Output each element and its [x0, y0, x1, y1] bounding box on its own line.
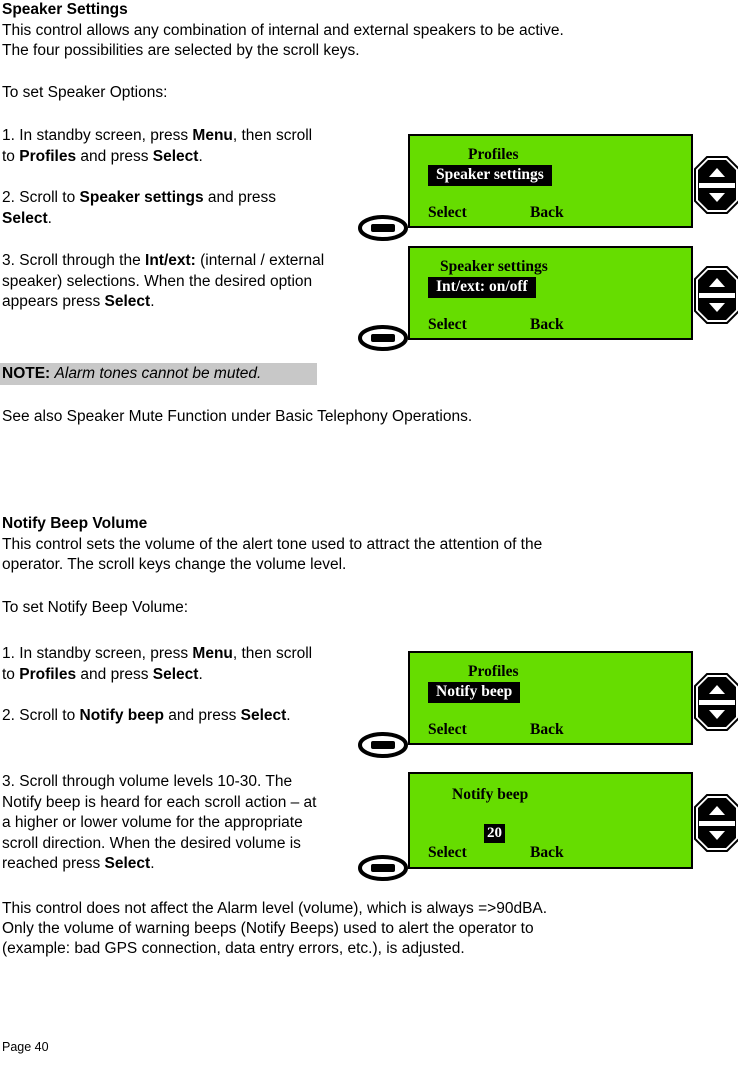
- notify-beep-step-2: 2. Scroll to Notify beep and press Selec…: [2, 707, 291, 724]
- notify-beep-closing-line-2: Only the volume of warning beeps (Notify…: [2, 920, 534, 937]
- notify-beep-intro-line-2: operator. The scroll keys change the vol…: [2, 556, 347, 573]
- speaker-settings-step-2: 2. Scroll to Speaker settings and press …: [2, 189, 276, 227]
- notify-beep-step-3: 3. Scroll through volume levels 10-30. T…: [2, 773, 317, 872]
- note-text: Alarm tones cannot be muted.: [54, 365, 262, 382]
- speaker-settings-intro-line-2: The four possibilities are selected by t…: [2, 42, 360, 59]
- screen-softkey-back[interactable]: Back: [530, 844, 564, 862]
- screen-softkey-select[interactable]: Select: [428, 844, 467, 862]
- device-screen-profiles-speaker-settings: Profiles Speaker settings Select Back: [408, 134, 693, 228]
- soft-key-oval-icon[interactable]: [358, 732, 408, 758]
- speaker-settings-intro-line-1: This control allows any combination of i…: [2, 22, 564, 39]
- scroll-key-up-down-icon[interactable]: [694, 266, 738, 324]
- note-label: NOTE:: [2, 365, 51, 382]
- speaker-settings-lead-in: To set Speaker Options:: [2, 84, 168, 101]
- section-heading-notify-beep-volume: Notify Beep Volume: [2, 515, 148, 532]
- screen-softkey-back[interactable]: Back: [530, 316, 564, 334]
- note-callout: NOTE: Alarm tones cannot be muted.: [0, 363, 317, 385]
- speaker-settings-step-1: 1. In standby screen, press Menu, then s…: [2, 127, 313, 165]
- soft-key-oval-icon[interactable]: [358, 325, 408, 351]
- screen-title: Profiles: [468, 146, 519, 163]
- screen-volume-value[interactable]: 20: [484, 824, 505, 843]
- scroll-key-up-down-icon[interactable]: [694, 794, 738, 852]
- notify-beep-step-1: 1. In standby screen, press Menu, then s…: [2, 645, 313, 683]
- screen-softkey-back[interactable]: Back: [530, 721, 564, 739]
- notify-beep-intro-line-1: This control sets the volume of the aler…: [2, 536, 543, 553]
- screen-softkey-select[interactable]: Select: [428, 316, 467, 334]
- manual-page: Speaker Settings This control allows any…: [0, 0, 738, 1074]
- screen-softkey-select[interactable]: Select: [428, 204, 467, 222]
- see-also-line: See also Speaker Mute Function under Bas…: [2, 408, 473, 425]
- screen-title: Notify beep: [452, 786, 529, 803]
- screen-highlighted-item[interactable]: Int/ext: on/off: [428, 277, 536, 298]
- notify-beep-lead-in: To set Notify Beep Volume:: [2, 599, 189, 616]
- scroll-key-up-down-icon[interactable]: [694, 156, 738, 214]
- scroll-key-up-down-icon[interactable]: [694, 673, 738, 731]
- soft-key-oval-icon[interactable]: [358, 215, 408, 241]
- screen-title: Speaker settings: [440, 258, 548, 275]
- soft-key-oval-icon[interactable]: [358, 855, 408, 881]
- device-screen-speaker-settings-intext: Speaker settings Int/ext: on/off Select …: [408, 246, 693, 340]
- notify-beep-closing-line-3: (example: bad GPS connection, data entry…: [2, 940, 465, 957]
- section-heading-speaker-settings: Speaker Settings: [2, 1, 128, 18]
- device-screen-profiles-notify-beep: Profiles Notify beep Select Back: [408, 651, 693, 745]
- device-screen-notify-beep-value: Notify beep 20 Select Back: [408, 772, 693, 869]
- speaker-settings-step-3: 3. Scroll through the Int/ext: (internal…: [2, 252, 325, 310]
- screen-title: Profiles: [468, 663, 519, 680]
- screen-softkey-select[interactable]: Select: [428, 721, 467, 739]
- notify-beep-closing-line-1: This control does not affect the Alarm l…: [2, 900, 548, 917]
- page-number: Page 40: [2, 1040, 49, 1054]
- screen-highlighted-item[interactable]: Notify beep: [428, 682, 521, 703]
- screen-highlighted-item[interactable]: Speaker settings: [428, 165, 552, 186]
- screen-softkey-back[interactable]: Back: [530, 204, 564, 222]
